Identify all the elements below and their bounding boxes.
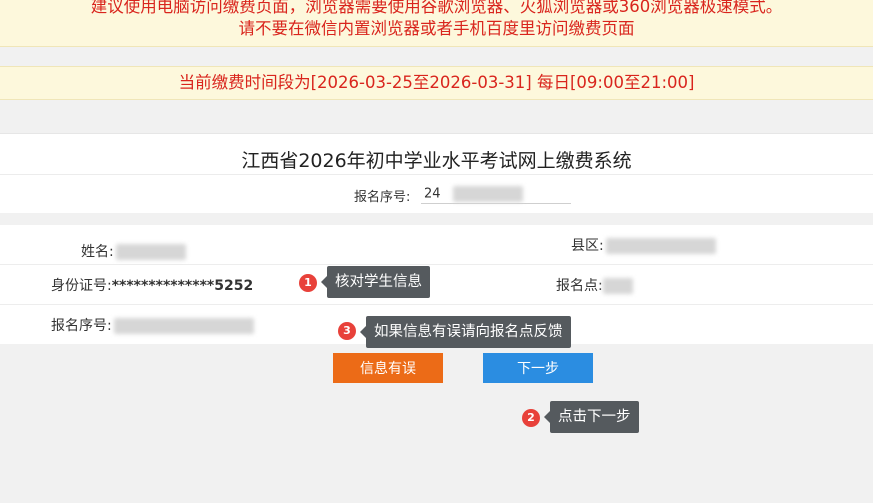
registration-number-label: 报名序号:: [354, 190, 411, 205]
info-error-button[interactable]: 信息有误: [333, 353, 443, 383]
county-label: 县区:: [571, 238, 604, 254]
id-number-field: 身份证号:**************5252: [51, 275, 253, 295]
payment-period-banner: 当前缴费时间段为[2026-03-25至2026-03-31] 每日[09:00…: [0, 66, 873, 100]
title-divider: [0, 174, 873, 175]
title-panel: 江西省2026年初中学业水平考试网上缴费系统 报名序号: 24: [0, 133, 873, 213]
redacted-blur: [602, 278, 633, 294]
tip-2-click-next: 点击下一步: [544, 401, 639, 433]
tip-3-report-error: 如果信息有误请向报名点反馈: [360, 316, 571, 348]
tip-1-badge: 1: [299, 274, 317, 292]
next-step-button[interactable]: 下一步: [483, 353, 593, 383]
notice-line-1: 建议使用电脑访问缴费页面，浏览器需要使用谷歌浏览器、火狐浏览器或360浏览器极速…: [90, 0, 783, 16]
registration-number-prefix: 24: [424, 186, 441, 202]
redacted-blur: [113, 318, 254, 334]
info-row-id: 身份证号:**************5252 报名点:: [0, 265, 873, 305]
student-registration-field: 报名序号:: [51, 315, 254, 335]
info-row-name: 姓名: 县区:: [0, 225, 873, 265]
browser-notice-banner: 建议使用电脑访问缴费页面，浏览器需要使用谷歌浏览器、火狐浏览器或360浏览器极速…: [0, 0, 873, 47]
registration-site-label: 报名点:: [556, 278, 603, 294]
id-number-label: 身份证号:: [51, 278, 112, 294]
student-name-label: 姓名:: [81, 244, 114, 260]
tip-1-verify-info: 核对学生信息: [321, 266, 430, 298]
redacted-blur: [605, 238, 716, 254]
student-registration-label: 报名序号:: [51, 318, 112, 334]
id-number-value: **************5252: [111, 278, 254, 294]
registration-number-value: 24: [421, 186, 571, 204]
system-title: 江西省2026年初中学业水平考试网上缴费系统: [241, 150, 632, 172]
tip-2-badge: 2: [522, 409, 540, 427]
registration-site-field: 报名点:: [556, 275, 633, 295]
redacted-blur: [115, 244, 186, 260]
redacted-blur: [452, 186, 523, 202]
county-field: 县区:: [571, 235, 716, 255]
notice-line-2: 请不要在微信内置浏览器或者手机百度里访问缴费页面: [238, 19, 635, 38]
student-name-field: 姓名:: [81, 241, 186, 261]
tip-3-badge: 3: [338, 322, 356, 340]
